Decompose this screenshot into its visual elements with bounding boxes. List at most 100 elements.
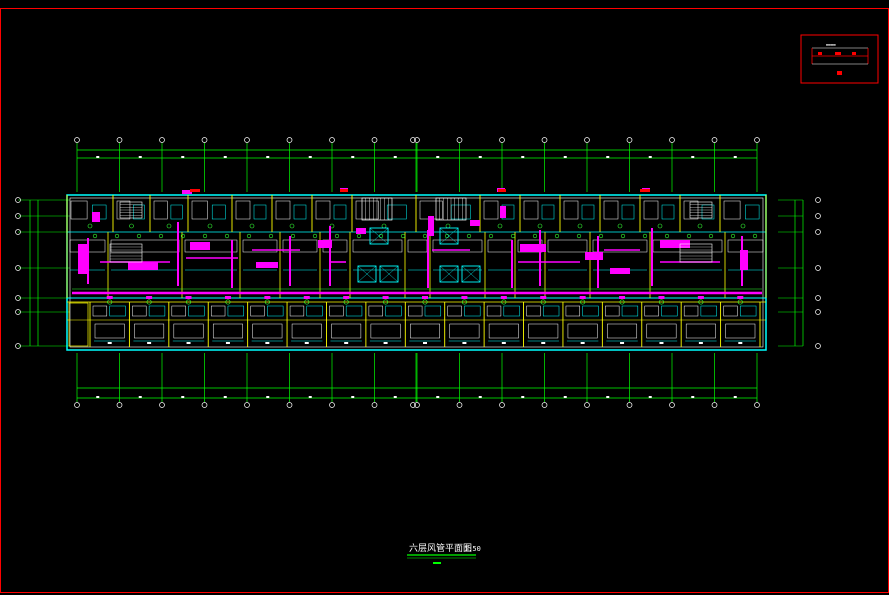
axis-bubble <box>159 402 165 408</box>
drawing-title-block: 六层风管平面图 1:50 <box>407 542 481 564</box>
fixture-outline <box>386 204 407 220</box>
bath-fixture <box>306 305 323 317</box>
bed-outline <box>528 323 559 339</box>
bath-fixture <box>464 305 481 317</box>
bed-outline <box>607 323 638 339</box>
duct-branch <box>343 296 350 299</box>
fixture-outline <box>355 200 379 220</box>
dimension-text <box>96 156 100 158</box>
axis-bubble <box>584 137 590 143</box>
bath-fixture <box>542 305 560 317</box>
fixture-outline <box>352 239 403 253</box>
fixture-outline <box>70 200 88 220</box>
air-diffuser <box>207 223 213 229</box>
wall-opening <box>340 189 348 192</box>
air-diffuser <box>537 223 543 229</box>
duct-branch <box>658 296 665 299</box>
duct-branch <box>697 296 704 299</box>
axis-bubble <box>456 137 463 143</box>
fixture-outline <box>487 239 513 253</box>
duct-branch <box>382 296 389 299</box>
air-diffuser <box>129 223 134 229</box>
bath-fixture <box>683 305 699 317</box>
bath-fixture <box>503 305 520 317</box>
drawing-title: 六层风管平面图 <box>409 542 472 554</box>
bath-fixture <box>700 305 717 317</box>
air-diffuser <box>268 233 274 239</box>
room-tag <box>107 342 112 344</box>
bath-fixture <box>109 305 126 317</box>
bed-outline <box>567 323 598 339</box>
wall-opening <box>498 189 506 192</box>
bath-fixture <box>385 305 402 317</box>
bath-fixture <box>424 305 442 317</box>
duct-segment <box>740 250 748 270</box>
fixture-outline <box>293 204 307 220</box>
air-diffuser <box>686 233 692 239</box>
fixture-outline <box>133 204 145 220</box>
bath-fixture <box>661 305 678 317</box>
dimension-text <box>181 396 185 398</box>
dimension-text <box>691 156 695 158</box>
duct-branch <box>303 296 310 299</box>
duct-segment <box>470 220 480 226</box>
bed-outline <box>134 323 165 339</box>
dimension-text <box>648 156 652 158</box>
bath-fixture <box>723 305 738 317</box>
bath-fixture <box>368 305 383 317</box>
dimension-text <box>691 396 695 398</box>
wall-opening <box>190 189 200 192</box>
duct-branch <box>422 296 428 299</box>
axis-bubble <box>74 137 80 143</box>
air-diffuser <box>740 223 746 229</box>
duct-branch <box>461 296 468 299</box>
axis-bubble <box>815 309 821 315</box>
room-tag <box>304 342 309 344</box>
room-tag <box>580 342 585 344</box>
axis-bubble <box>286 402 293 408</box>
duct-branch <box>500 296 507 299</box>
dimension-text <box>606 396 610 398</box>
duct-segment <box>318 240 332 248</box>
fixture-outline <box>191 200 208 220</box>
air-diffuser <box>554 233 560 239</box>
bed-outline <box>725 323 756 339</box>
air-diffuser <box>289 223 295 229</box>
bottom-axis-grid <box>74 353 760 408</box>
axis-bubble <box>815 265 821 271</box>
dimension-text <box>436 156 440 158</box>
bath-fixture <box>250 305 265 317</box>
axis-bubble <box>244 402 250 408</box>
air-diffuser <box>445 223 451 229</box>
duct-segment <box>356 228 366 234</box>
fixture-outline <box>407 239 428 253</box>
axis-bubble <box>329 402 335 408</box>
cad-drawing-canvas[interactable]: ▬▬▬▬ 六层风管平面图 1:50 <box>0 0 889 595</box>
duct-segment <box>78 244 88 274</box>
air-diffuser <box>400 233 406 239</box>
axis-bubble <box>74 402 80 408</box>
left-axis-grid <box>15 197 70 349</box>
axis-bubble <box>159 137 165 143</box>
dimension-text <box>521 156 525 158</box>
dimension-text <box>351 156 355 158</box>
bath-fixture <box>329 305 344 317</box>
dimension-text <box>308 396 312 398</box>
axis-bubble <box>711 137 718 143</box>
bed-outline <box>646 323 677 339</box>
air-diffuser <box>510 233 516 239</box>
axis-bubble <box>669 137 675 143</box>
fixture-outline <box>483 200 499 220</box>
dimension-text <box>436 396 440 398</box>
air-diffuser <box>158 233 164 239</box>
duct-branch <box>106 296 113 299</box>
duct-segment <box>610 268 630 274</box>
air-diffuser <box>752 233 758 239</box>
axis-bubble <box>626 402 633 408</box>
axis-bubble <box>541 137 548 143</box>
lower-guest-rooms <box>67 296 766 347</box>
bath-fixture <box>644 305 659 317</box>
air-diffuser <box>532 233 538 239</box>
axis-bubble <box>371 402 378 408</box>
fixture-outline <box>211 204 226 220</box>
